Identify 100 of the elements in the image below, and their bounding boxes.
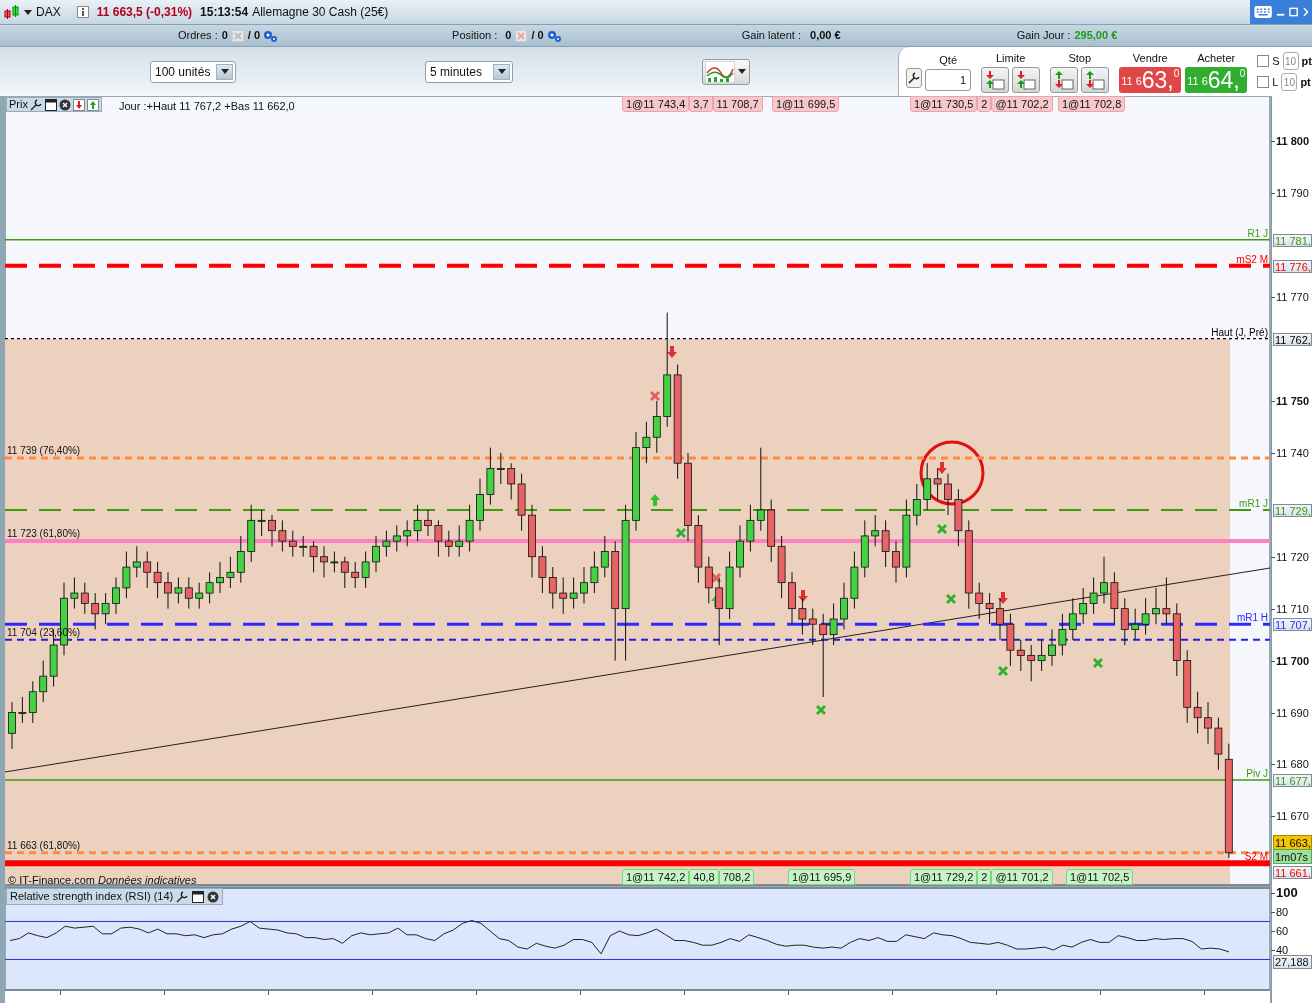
caret-icon[interactable]: [24, 9, 32, 15]
day-gain-value: 295,00 €: [1074, 28, 1118, 44]
cross-mark-icon: [945, 593, 957, 605]
order-tag[interactable]: @11 701,2: [991, 869, 1053, 885]
order-tag[interactable]: 40,8: [689, 869, 719, 885]
unit-label: pt: [1300, 74, 1311, 90]
orders-count: 0: [221, 28, 228, 44]
indicators-button[interactable]: [702, 58, 750, 85]
candlestick: [912, 483, 921, 527]
order-tag[interactable]: 1@11 743,4: [622, 96, 690, 112]
order-tag[interactable]: 2: [977, 869, 992, 885]
limit-label: Limite: [996, 51, 1026, 67]
candlestick: [808, 608, 817, 646]
settings-button[interactable]: [906, 67, 923, 88]
order-tag[interactable]: 1@11 702,8: [1058, 96, 1126, 112]
candlestick: [288, 530, 297, 558]
checkbox[interactable]: [1257, 76, 1270, 88]
order-tag[interactable]: 1@11 702,5: [1066, 869, 1134, 885]
candlestick: [923, 462, 932, 511]
order-tag[interactable]: 1@11 730,5: [910, 96, 978, 112]
down-arrow-icon[interactable]: [72, 98, 85, 111]
candles-icon[interactable]: [4, 4, 20, 20]
cross-mark-icon: [649, 390, 661, 402]
close-icon[interactable]: [58, 98, 71, 111]
down-arrow-icon: [798, 590, 808, 602]
window-icon[interactable]: [44, 98, 57, 111]
candlestick: [1027, 644, 1036, 682]
cross-mark-icon: [997, 665, 1009, 677]
window-icon[interactable]: [192, 890, 205, 903]
candlestick: [434, 519, 443, 558]
order-tag[interactable]: 1@11 729,2: [910, 869, 978, 885]
down-arrow-icon: [667, 346, 677, 358]
stop-buy-button[interactable]: [1050, 66, 1079, 93]
wrench-icon[interactable]: [29, 98, 43, 111]
info-icon[interactable]: [76, 6, 89, 18]
quantity-field[interactable]: 1: [925, 68, 972, 91]
option-label: L: [1272, 74, 1279, 90]
candlestick: [372, 535, 380, 573]
candlestick: [1079, 587, 1088, 625]
order-tag[interactable]: 1@11 742,2: [622, 869, 690, 885]
gears-icon[interactable]: [262, 28, 279, 43]
candlestick: [80, 582, 89, 615]
candlestick: [1016, 639, 1025, 672]
level-label: S2 M: [1244, 851, 1268, 863]
fibonacci-label: 11 723 (61,80%): [7, 528, 81, 540]
candlestick: [112, 576, 120, 615]
candlestick: [28, 680, 37, 724]
wrench-icon[interactable]: [176, 890, 190, 903]
candlestick: [216, 561, 224, 594]
period-select[interactable]: 5 minutes: [425, 60, 513, 83]
candlestick: [1068, 597, 1077, 641]
candlestick: [985, 592, 994, 625]
order-tag[interactable]: 11 708,7: [712, 96, 763, 112]
buy-label: Acheter: [1197, 51, 1236, 67]
order-tag[interactable]: 1@11 695,9: [788, 869, 856, 885]
candlestick: [153, 561, 162, 599]
gears-icon[interactable]: [545, 28, 562, 43]
price-axis-label: 11 710: [1276, 602, 1309, 615]
stop-cancel-button[interactable]: [1081, 66, 1110, 93]
limit-cancel-button[interactable]: [1012, 66, 1041, 93]
order-tag[interactable]: 2: [977, 96, 992, 112]
checkbox[interactable]: [1257, 55, 1270, 67]
points-field[interactable]: 10: [1281, 73, 1298, 91]
candlestick: [600, 535, 609, 578]
candlestick: [1141, 597, 1150, 636]
points-field[interactable]: 10: [1282, 52, 1299, 70]
order-tag[interactable]: @11 702,2: [991, 96, 1053, 112]
candlestick: [184, 576, 193, 610]
level-label: Haut (J, Pré): [1211, 326, 1268, 338]
maximize-icon[interactable]: [1289, 7, 1299, 17]
wrench-icon: [907, 70, 922, 85]
level-price-tag: 11 677,: [1273, 774, 1312, 788]
size-select[interactable]: 100 unités: [150, 60, 236, 83]
price-axis-label: 11 800: [1276, 135, 1310, 148]
rsi-axis-label: 100: [1276, 887, 1298, 899]
candlestick: [975, 582, 984, 620]
order-tag[interactable]: 708,2: [718, 869, 755, 885]
symbol-label: DAX: [36, 4, 61, 21]
quantity-label: Qté: [939, 53, 957, 69]
rsi-value-tag: 27,188: [1273, 955, 1312, 969]
up-arrow-icon[interactable]: [86, 98, 99, 111]
limit-sell-button[interactable]: [981, 66, 1010, 93]
candlestick: [236, 535, 245, 584]
candlestick: [444, 530, 453, 558]
fibonacci-label: 11 739 (76,40%): [7, 445, 81, 456]
candlestick: [1120, 597, 1129, 646]
close-icon[interactable]: [207, 890, 220, 903]
candlestick: [746, 504, 755, 553]
candlestick: [257, 509, 266, 537]
price-axis-label: 11 680: [1276, 758, 1309, 771]
candlestick: [704, 556, 713, 604]
order-tag[interactable]: 1@11 699,5: [772, 96, 840, 112]
candlestick: [174, 576, 183, 604]
order-tag[interactable]: 3,7: [689, 96, 713, 112]
candlestick: [39, 660, 48, 703]
candlestick: [143, 551, 152, 589]
candlestick: [18, 696, 27, 724]
keyboard-icon[interactable]: [1254, 5, 1273, 19]
candlestick: [840, 582, 848, 630]
candlestick: [1204, 701, 1212, 745]
